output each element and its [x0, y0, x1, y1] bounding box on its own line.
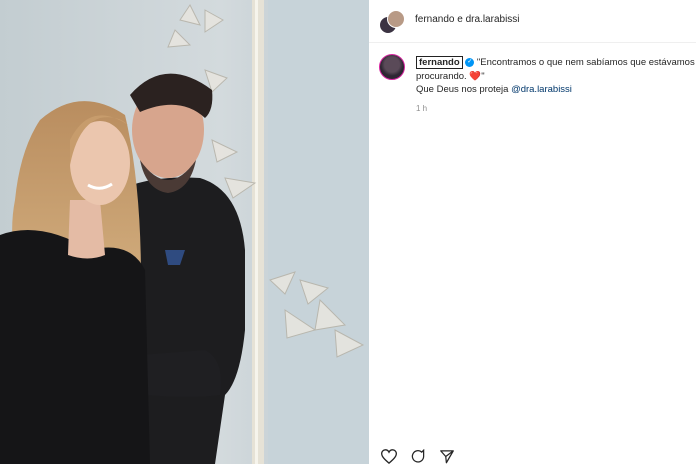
header-usernames[interactable]: fernando e dra.larabissi	[415, 14, 520, 25]
post-photo[interactable]	[0, 0, 369, 464]
mention-link[interactable]: @dra.larabissi	[511, 84, 572, 95]
caption-body: fernando ✓ "Encontramos o que nem sabíam…	[416, 56, 696, 115]
caption-username[interactable]: fernando	[416, 56, 463, 69]
caption-closing-quote: "	[481, 70, 485, 82]
heart-icon[interactable]	[380, 449, 398, 469]
verified-icon: ✓	[465, 57, 475, 67]
post-time[interactable]: 1 h	[416, 102, 696, 116]
heart-emoji: ❤️	[469, 70, 482, 82]
post-side-panel: fernando e dra.larabissi fernando ✓ "Enc…	[369, 0, 696, 465]
header-divider	[369, 42, 696, 43]
post-header: fernando e dra.larabissi	[369, 0, 696, 42]
couple-photo-illustration	[0, 0, 369, 464]
collab-avatars[interactable]	[379, 10, 405, 34]
share-icon[interactable]	[439, 449, 455, 469]
avatar-dra-larabissi[interactable]	[387, 10, 405, 28]
comment-icon[interactable]	[410, 448, 426, 469]
caption-avatar[interactable]	[379, 54, 405, 80]
caption-text-line3: Que Deus nos proteja	[416, 84, 509, 95]
caption-text-line2: procurando.	[416, 70, 467, 82]
caption-text-line1: "Encontramos o que nem sabíamos que está…	[476, 57, 695, 68]
